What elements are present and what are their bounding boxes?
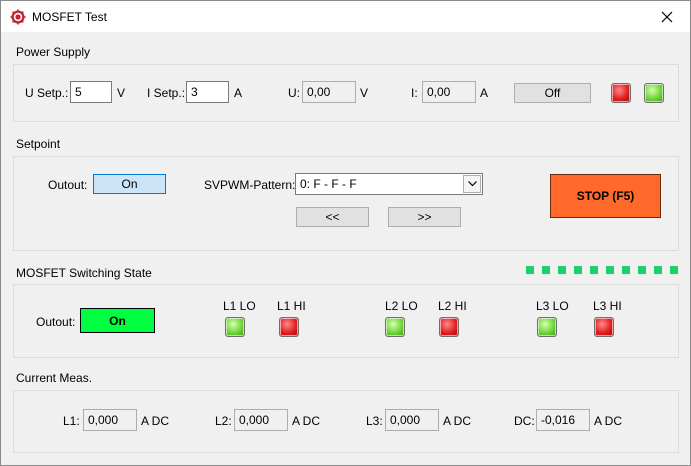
i-setp-label: I Setp.: — [147, 86, 186, 100]
setpoint-heading: Setpoint — [16, 137, 61, 151]
u-value: 0,00 — [302, 81, 356, 103]
l1-current-label: L1: — [63, 414, 80, 428]
l3-current-unit: A DC — [443, 414, 472, 428]
power-supply-heading: Power Supply — [16, 45, 91, 59]
window-title: MOSFET Test — [32, 10, 107, 24]
current-heading: Current Meas. — [16, 371, 93, 385]
i-setp-input[interactable]: 3 — [186, 81, 229, 103]
dc-current-label: DC: — [514, 414, 535, 428]
indicator-dot — [558, 266, 566, 274]
u-setp-unit: V — [117, 86, 126, 100]
setpoint-output-on-button[interactable]: On — [93, 174, 166, 194]
l1-lo-label: L1 LO — [223, 299, 256, 313]
svpwm-pattern-value: 0: F - F - F — [300, 177, 357, 191]
setpoint-output-label: Outout: — [48, 178, 88, 192]
svpwm-pattern-select[interactable]: 0: F - F - F — [295, 173, 483, 195]
indicator-dot — [622, 266, 630, 274]
l1-hi-led[interactable] — [279, 317, 299, 337]
indicator-dot — [590, 266, 598, 274]
main-window: MOSFET Test Power Supply U Setp.: 5 V I … — [0, 0, 691, 466]
power-on-led[interactable] — [644, 83, 664, 103]
l2-lo-label: L2 LO — [385, 299, 418, 313]
switching-heading: MOSFET Switching State — [16, 266, 152, 280]
switching-output-state: On — [80, 308, 155, 333]
i-unit: A — [480, 86, 489, 100]
l1-lo-led[interactable] — [225, 317, 245, 337]
l1-current-value: 0,000 — [83, 409, 137, 431]
power-off-led[interactable] — [611, 83, 631, 103]
l1-hi-label: L1 HI — [277, 299, 306, 313]
l2-current-value: 0,000 — [234, 409, 288, 431]
switching-output-label: Outout: — [36, 315, 76, 329]
u-setp-label: U Setp.: — [25, 86, 69, 100]
l1-current-unit: A DC — [141, 414, 170, 428]
close-icon — [661, 11, 673, 22]
indicator-dot — [542, 266, 550, 274]
u-setp-input[interactable]: 5 — [70, 81, 112, 103]
indicator-dot — [526, 266, 534, 274]
indicator-dot — [654, 266, 662, 274]
title-bar: MOSFET Test — [1, 1, 690, 32]
i-label: I: — [411, 86, 418, 100]
svpwm-pattern-label: SVPWM-Pattern: — [204, 178, 296, 192]
indicator-dot — [638, 266, 646, 274]
i-setp-unit: A — [234, 86, 243, 100]
l3-hi-label: L3 HI — [593, 299, 622, 313]
activity-indicator — [526, 266, 678, 274]
l2-current-unit: A DC — [292, 414, 321, 428]
l2-hi-label: L2 HI — [438, 299, 467, 313]
stop-button[interactable]: STOP (F5) — [550, 174, 661, 218]
indicator-dot — [606, 266, 614, 274]
l3-current-label: L3: — [366, 414, 383, 428]
u-label: U: — [288, 86, 300, 100]
close-button[interactable] — [644, 1, 690, 32]
indicator-dot — [670, 266, 678, 274]
l3-hi-led[interactable] — [594, 317, 614, 337]
u-unit: V — [360, 86, 369, 100]
l3-lo-label: L3 LO — [536, 299, 569, 313]
l3-current-value: 0,000 — [385, 409, 439, 431]
dc-current-value: -0,016 — [536, 409, 590, 431]
indicator-dot — [574, 266, 582, 274]
l2-hi-led[interactable] — [439, 317, 459, 337]
i-value: 0,00 — [422, 81, 476, 103]
dc-current-unit: A DC — [594, 414, 623, 428]
l2-lo-led[interactable] — [385, 317, 405, 337]
l2-current-label: L2: — [215, 414, 232, 428]
chevron-down-icon[interactable] — [463, 175, 481, 193]
l3-lo-led[interactable] — [537, 317, 557, 337]
power-toggle-button[interactable]: Off — [514, 83, 591, 103]
previous-pattern-button[interactable]: << — [296, 207, 369, 227]
next-pattern-button[interactable]: >> — [388, 207, 461, 227]
app-gear-icon — [10, 9, 26, 25]
